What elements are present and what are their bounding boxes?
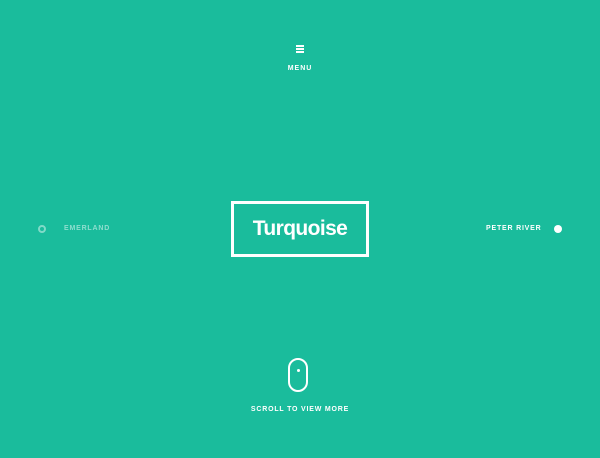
nav-next-label[interactable]: PETER RIVER (486, 225, 541, 233)
hero-title-box: Turquoise (231, 201, 369, 257)
mouse-wheel-icon (297, 369, 300, 372)
menu-label: MENU (287, 65, 313, 72)
nav-next-peter-river[interactable]: PETER RIVER (480, 219, 570, 239)
hamburger-icon[interactable] (296, 45, 304, 53)
page: MENU EMERLAND Turquoise PETER RIVER SCRO… (0, 0, 600, 458)
nav-previous-label[interactable]: EMERLAND (64, 225, 110, 233)
scroll-label: SCROLL TO VIEW MORE (250, 406, 350, 413)
mouse-icon[interactable] (288, 358, 308, 392)
menu-button[interactable]: MENU (270, 40, 330, 76)
scroll-hint[interactable]: SCROLL TO VIEW MORE (240, 356, 360, 418)
nav-previous-emerland[interactable]: EMERLAND (34, 219, 124, 239)
dot-icon[interactable] (554, 225, 562, 233)
page-title: Turquoise (252, 217, 348, 240)
ring-icon[interactable] (38, 225, 46, 233)
